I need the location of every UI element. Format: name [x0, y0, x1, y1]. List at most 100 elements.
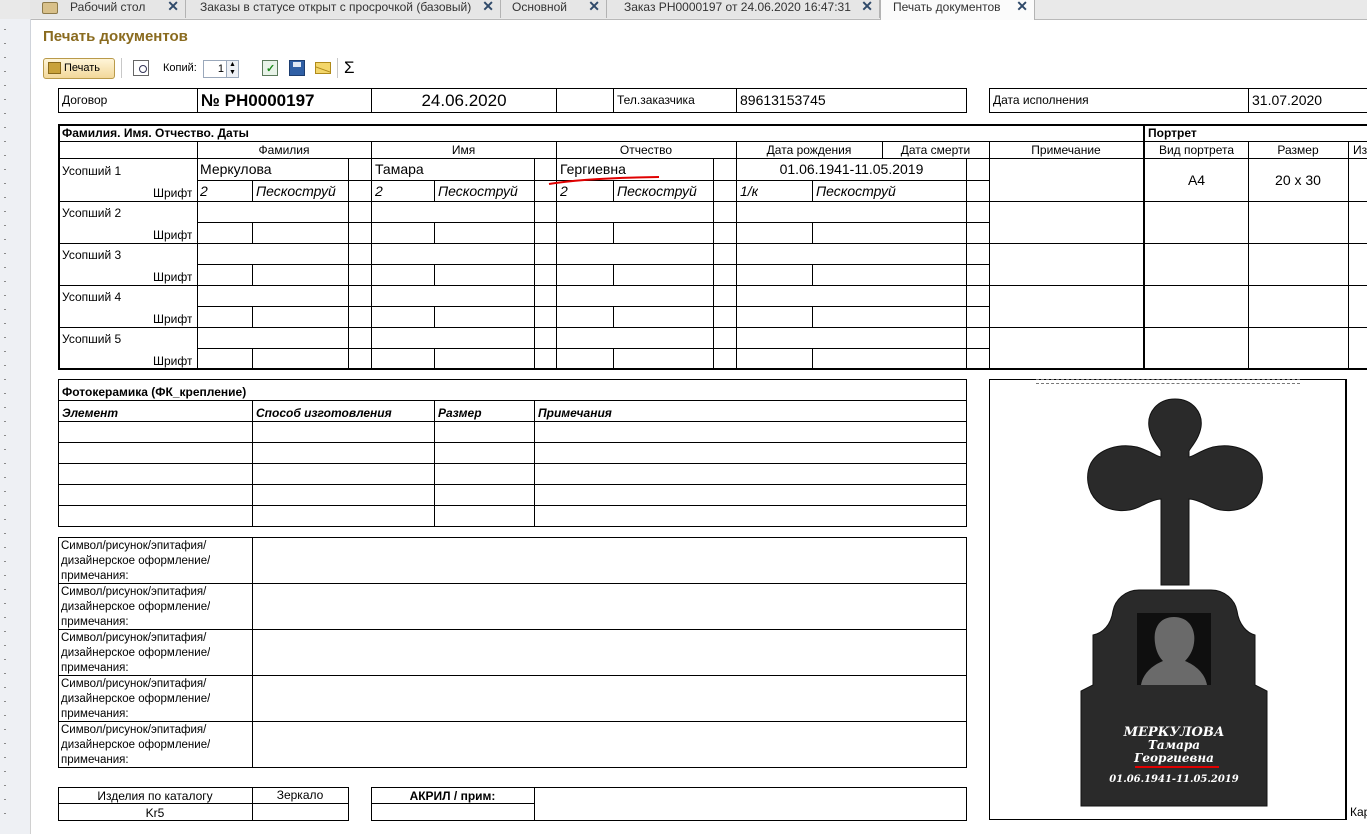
strip-dot: [4, 449, 6, 450]
save-icon[interactable]: [289, 60, 305, 76]
grid-line: [613, 88, 614, 113]
grid-line: [434, 264, 435, 285]
catalog-value: Kr5: [145, 806, 165, 820]
strip-dot: [4, 435, 6, 436]
strip-dot: [4, 729, 6, 730]
copies-label: Копий:: [163, 62, 197, 74]
strip-dot: [4, 267, 6, 268]
grid-line: [252, 306, 253, 327]
check-table-icon[interactable]: ✓: [262, 60, 278, 76]
printer-icon: [48, 62, 61, 74]
grid-line: [58, 537, 967, 538]
col-patronymic-header: Отчество: [619, 143, 673, 157]
left-panel-strip: [0, 19, 31, 834]
dashed-guide: [1036, 379, 1300, 384]
strip-dot: [4, 281, 6, 282]
grid-line: [58, 803, 349, 804]
strip-dot: [4, 533, 6, 534]
grid-line: [58, 526, 967, 527]
strip-dot: [4, 393, 6, 394]
grid-line: [434, 400, 435, 527]
grid-line: [58, 537, 59, 768]
grid-line: [989, 112, 1367, 113]
strip-dot: [4, 295, 6, 296]
grid-line: [434, 348, 435, 369]
strip-dot: [4, 365, 6, 366]
grid-line: [58, 201, 1367, 202]
grid-line: [812, 180, 813, 202]
strip-dot: [4, 29, 6, 30]
deceased-row-label: Усопший 5: [62, 332, 122, 346]
tab-label: Заказ РН0000197 от 24.06.2020 16:47:31: [624, 0, 851, 14]
grid-line: [966, 379, 967, 527]
font-label: Шрифт: [153, 270, 193, 284]
tab-print-documents[interactable]: Печать документов ✕: [880, 0, 1035, 20]
strip-dot: [4, 617, 6, 618]
font-size-dates: 1/к: [740, 183, 759, 199]
grid-line: [58, 442, 967, 443]
close-icon[interactable]: ✕: [1016, 0, 1028, 13]
strip-dot: [4, 645, 6, 646]
grid-line: [58, 141, 1367, 142]
monument-patronymic: Георгиевна: [1133, 751, 1214, 765]
strip-dot: [4, 43, 6, 44]
col-name-header: Имя: [451, 143, 476, 157]
deceased-row-label: Усопший 3: [62, 248, 122, 262]
red-annotation-underline: [548, 176, 660, 185]
strip-dot: [4, 113, 6, 114]
tab-desktop[interactable]: Рабочий стол ✕: [30, 0, 186, 18]
strip-dot: [4, 57, 6, 58]
grid-line: [58, 285, 1367, 286]
desktop-icon: [42, 2, 58, 14]
grid-line: [58, 379, 59, 527]
strip-dot: [4, 687, 6, 688]
grid-line: [613, 306, 614, 327]
grid-line: [1346, 379, 1347, 820]
grid-line: [197, 348, 989, 349]
symbol-row-label: Символ/рисунок/эпитафия/ дизайнерское оф…: [61, 586, 211, 628]
strip-dot: [4, 309, 6, 310]
grid-line: [966, 88, 967, 113]
stepper-arrows-icon[interactable]: ▲ ▼: [226, 61, 238, 77]
close-icon[interactable]: ✕: [167, 0, 179, 13]
deceased-section-title: Фамилия. Имя. Отчество. Даты: [62, 126, 249, 140]
font-size-name: 2: [375, 183, 383, 199]
tab-order[interactable]: Заказ РН0000197 от 24.06.2020 16:47:31 ✕: [607, 0, 880, 18]
sum-icon[interactable]: Σ: [344, 58, 355, 78]
strip-dot: [4, 323, 6, 324]
strip-dot: [4, 85, 6, 86]
grid-line: [534, 787, 535, 821]
grid-line: [197, 264, 989, 265]
col-death-header: Дата смерти: [900, 143, 971, 157]
strip-dot: [4, 407, 6, 408]
print-button[interactable]: Печать: [43, 58, 115, 79]
monument-image: МЕРКУЛОВА Тамара Георгиевна 01.06.1941-1…: [1080, 398, 1268, 807]
grid-line: [58, 463, 967, 464]
grid-line: [197, 306, 989, 307]
deceased-row-label: Усопший 1: [62, 164, 122, 178]
tab-label: Заказы в статусе открыт с просрочкой (ба…: [200, 0, 472, 14]
strip-dot: [4, 743, 6, 744]
grid-line: [252, 348, 253, 369]
grid-line: [812, 348, 813, 369]
close-icon[interactable]: ✕: [861, 0, 873, 13]
grid-line: [58, 400, 967, 401]
tab-main[interactable]: Основной ✕: [501, 0, 607, 18]
strip-dot: [4, 631, 6, 632]
grid-line: [197, 88, 198, 113]
tab-bar: Рабочий стол ✕ Заказы в статусе открыт с…: [0, 0, 1367, 20]
deceased-surname: Меркулова: [200, 161, 272, 177]
close-icon[interactable]: ✕: [588, 0, 600, 13]
mirror-label: Зеркало: [276, 788, 324, 802]
grid-line: [58, 820, 349, 821]
monument-name: Тамара: [1148, 738, 1200, 752]
close-icon[interactable]: ✕: [482, 0, 494, 13]
grid-line: [556, 88, 557, 113]
symbol-row-label: Символ/рисунок/эпитафия/ дизайнерское оф…: [61, 724, 211, 766]
grid-line: [966, 537, 967, 768]
tab-overdue-orders[interactable]: Заказы в статусе открыт с просрочкой (ба…: [186, 0, 501, 18]
grid-line: [613, 348, 614, 369]
preview-icon[interactable]: [133, 60, 149, 76]
mail-icon[interactable]: [315, 60, 331, 74]
copies-stepper[interactable]: 1 ▲ ▼: [203, 60, 239, 78]
